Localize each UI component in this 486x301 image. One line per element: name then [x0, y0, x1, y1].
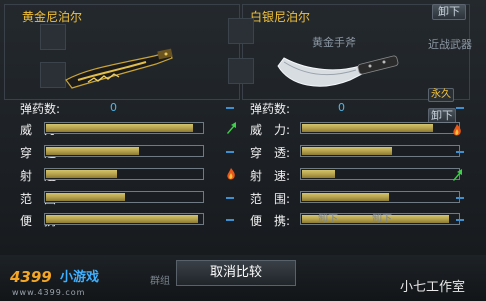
ammo-value-right: 0	[338, 101, 345, 114]
stat-bar-fill-left-rate	[46, 170, 117, 178]
equal-dash-left-ammo	[226, 107, 234, 109]
golden-kukri-image	[65, 48, 173, 89]
stat-bar-fill-right-power	[302, 124, 433, 132]
stat-label-right-power: 威 力:	[250, 123, 291, 137]
green-arrow-up-icon	[227, 122, 236, 134]
left-weapon-name: 黄金尼泊尔	[22, 10, 83, 24]
stat-label-right-rate: 射 速:	[250, 169, 291, 183]
stat-bar-fill-left-range	[46, 193, 125, 201]
stat-label-right-ammo: 弹药数:	[250, 102, 291, 116]
right-slot-2	[228, 58, 254, 84]
stat-bar-left-range	[44, 191, 204, 203]
stat-label-right-penetration: 穿 透:	[250, 146, 291, 160]
background-slot-label-1: 卸下	[318, 214, 338, 225]
stat-bar-left-penetration	[44, 145, 204, 157]
stat-bar-fill-right-penetration	[302, 147, 392, 155]
durability-badge: 永久	[428, 88, 454, 102]
stat-bar-fill-left-power	[46, 124, 193, 132]
compare-panel: 黄金尼泊尔 白银尼泊尔 卸下 黄金手斧 近战武器 永久 卸下 弹药数: 弹药数: 0…	[0, 0, 486, 301]
background-slot-label-2: 卸下	[372, 214, 392, 225]
background-bottom-label: 群组	[150, 276, 170, 287]
stat-bar-right-penetration	[300, 145, 460, 157]
stat-label-right-handling: 便 携:	[250, 214, 291, 228]
right-weapon-name: 白银尼泊尔	[250, 10, 311, 24]
ammo-value-left: 0	[110, 101, 117, 114]
right-slot-1	[228, 18, 254, 44]
unequip-top-button[interactable]: 卸下	[432, 4, 466, 20]
logo-4399: 4399	[10, 268, 52, 286]
silver-kukri-image	[277, 55, 399, 87]
equal-dash-left-range	[226, 197, 234, 199]
stat-bar-right-rate	[300, 168, 460, 180]
stat-bar-left-rate	[44, 168, 204, 180]
green-arrow-up-icon	[453, 169, 462, 181]
logo-mini-games: 小游戏	[60, 270, 100, 285]
equal-dash-right-penetration	[456, 151, 464, 153]
flame-up-icon	[227, 168, 235, 180]
stat-bar-fill-left-penetration	[46, 147, 139, 155]
stat-label-right-range: 范 围:	[250, 192, 291, 206]
stat-bar-fill-right-range	[302, 193, 389, 201]
stat-bar-fill-left-handling	[46, 215, 198, 223]
flame-down-icon	[453, 124, 461, 136]
stat-bar-left-handling	[44, 213, 204, 225]
stat-bar-left-power	[44, 122, 204, 134]
stat-bar-right-range	[300, 191, 460, 203]
equal-dash-right-ammo	[456, 107, 464, 109]
logo-url: www.4399.com	[12, 288, 86, 297]
equal-dash-right-handling	[456, 219, 464, 221]
stat-bar-right-power	[300, 122, 460, 134]
cancel-compare-button[interactable]: 取消比较	[176, 260, 296, 286]
studio-watermark: 小七工作室	[400, 280, 466, 295]
stat-label-left-ammo: 弹药数:	[20, 102, 61, 116]
background-category: 近战武器	[428, 38, 472, 51]
stat-bar-fill-right-rate	[302, 170, 335, 178]
equal-dash-left-handling	[226, 219, 234, 221]
equal-dash-right-range	[456, 197, 464, 199]
equal-dash-left-penetration	[226, 151, 234, 153]
